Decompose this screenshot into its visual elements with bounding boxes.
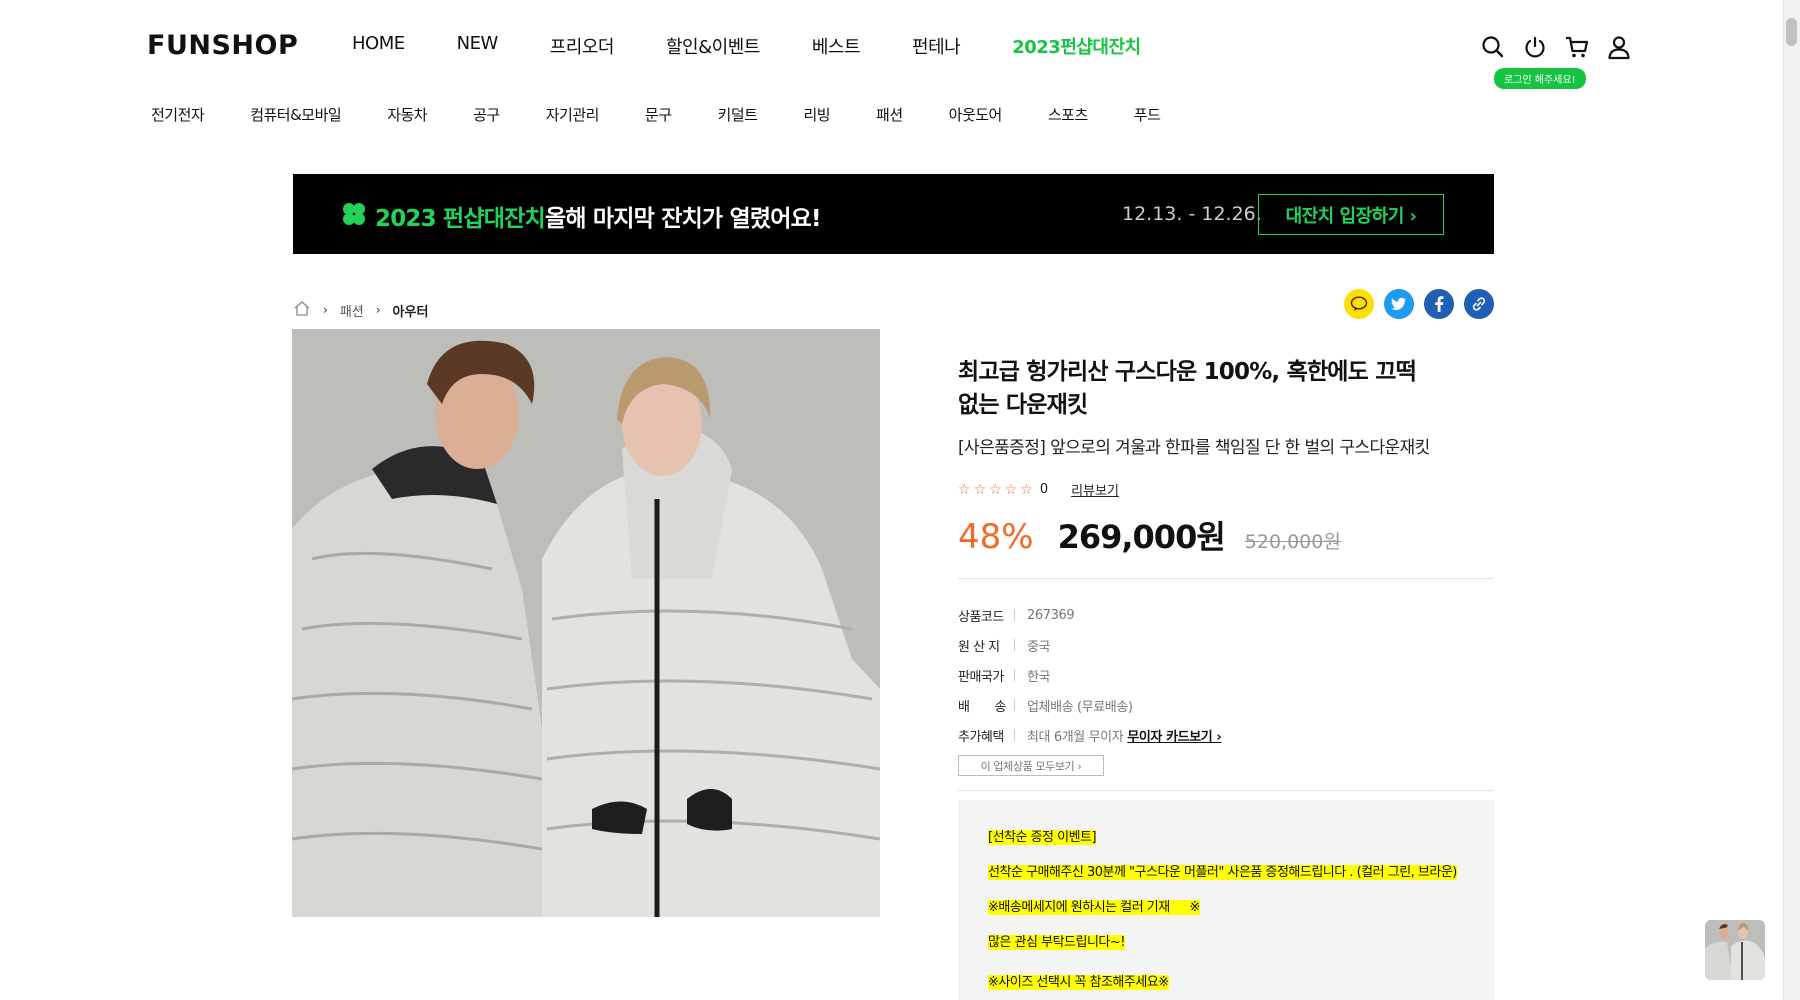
recent-product-thumbnail[interactable] xyxy=(1705,920,1765,980)
event-line: 많은 관심 부탁드립니다~! xyxy=(988,935,1125,950)
login-badge[interactable]: 로그인 해주세요! xyxy=(1494,68,1586,89)
info-value: 최대 6개월 무이자 무이자 카드보기 › xyxy=(1027,726,1222,745)
event-notice-box: [선착순 증정 이벤트] 선착순 구매해주신 30분께 "구스다운 머플러" 사… xyxy=(958,800,1494,1000)
star-empty-icon: ☆ xyxy=(989,481,1002,498)
search-icon[interactable] xyxy=(1480,34,1506,60)
info-key: 상품코드 xyxy=(958,609,1004,625)
nav-funtenna[interactable]: 펀테나 xyxy=(912,33,961,59)
category-living[interactable]: 리빙 xyxy=(803,104,830,125)
rating-count: 0 xyxy=(1039,482,1049,497)
info-row-code: 상품코드 267369 xyxy=(958,600,1494,630)
festival-enter-button[interactable]: 대잔치 입장하기 › xyxy=(1258,194,1444,235)
interest-free-card-link[interactable]: 무이자 카드보기 › xyxy=(1127,730,1222,745)
event-line: ※사이즈 선택시 꼭 참조해주세요※ xyxy=(988,975,1169,990)
main-nav: HOME NEW 프리오더 할인&이벤트 베스트 펀테나 2023펀샵대잔치 xyxy=(352,33,1193,59)
banner-date: 12.13. - 12.26. xyxy=(1122,203,1262,225)
link-icon[interactable] xyxy=(1464,289,1494,319)
category-computer-mobile[interactable]: 컴퓨터&모바일 xyxy=(250,104,342,125)
product-rating: ☆ ☆ ☆ ☆ ☆ 0 리뷰보기 xyxy=(958,480,1119,500)
banner-title: 2023 펀샵대잔치 xyxy=(375,206,546,232)
category-stationery[interactable]: 문구 xyxy=(645,104,672,125)
chevron-right-icon: › xyxy=(323,303,328,317)
nav-sale-event[interactable]: 할인&이벤트 xyxy=(666,33,760,59)
star-empty-icon: ☆ xyxy=(958,481,971,498)
info-row-benefit: 추가혜택 최대 6개월 무이자 무이자 카드보기 › xyxy=(958,720,1494,750)
product-info-table: 상품코드 267369 원 산 지 중국 판매국가 한국 배 송 업체배송 (무… xyxy=(958,600,1494,750)
nav-preorder[interactable]: 프리오더 xyxy=(550,33,615,59)
clover-icon xyxy=(341,201,367,227)
cart-icon[interactable] xyxy=(1564,34,1590,60)
discount-rate: 48% xyxy=(958,517,1034,557)
nav-best[interactable]: 베스트 xyxy=(812,33,861,59)
info-value: 한국 xyxy=(1027,669,1051,685)
category-sports[interactable]: 스포츠 xyxy=(1048,104,1088,125)
info-key: 추가혜택 xyxy=(958,729,1004,745)
star-empty-icon: ☆ xyxy=(1020,481,1033,498)
category-food[interactable]: 푸드 xyxy=(1134,104,1161,125)
twitter-icon[interactable] xyxy=(1384,289,1414,319)
festival-banner[interactable]: 2023 펀샵대잔치 올해 마지막 잔치가 열렸어요! 12.13. - 12.… xyxy=(293,174,1494,254)
category-fashion[interactable]: 패션 xyxy=(876,104,903,125)
banner-subtitle: 올해 마지막 잔치가 열렸어요! xyxy=(545,206,821,232)
event-line: [선착순 증정 이벤트] xyxy=(988,830,1097,845)
category-selfcare[interactable]: 자기관리 xyxy=(546,104,600,125)
breadcrumb-outer[interactable]: 아우터 xyxy=(393,301,429,320)
info-key: 원 산 지 xyxy=(958,639,1000,655)
scrollbar-thumb[interactable] xyxy=(1786,18,1797,46)
breadcrumb-fashion[interactable]: 패션 xyxy=(340,301,364,320)
chevron-right-icon: › xyxy=(375,303,381,317)
category-tools[interactable]: 공구 xyxy=(473,104,500,125)
info-value: 중국 xyxy=(1027,639,1051,655)
star-empty-icon: ☆ xyxy=(973,481,987,498)
power-icon[interactable] xyxy=(1522,34,1548,60)
original-price: 520,000원 xyxy=(1244,531,1341,553)
vendor-products-button[interactable]: 이 업체상품 모두보기 › xyxy=(958,755,1104,776)
sale-price: 269,000원 xyxy=(1057,518,1226,556)
utility-icons xyxy=(1480,34,1632,60)
funshop-logo[interactable]: FUNSHOP xyxy=(147,30,298,61)
info-value: 267369 xyxy=(1027,607,1075,623)
category-kidult[interactable]: 키덜트 xyxy=(718,104,758,125)
category-outdoor[interactable]: 아웃도어 xyxy=(949,104,1003,125)
star-empty-icon: ☆ xyxy=(1004,481,1018,498)
nav-home[interactable]: HOME xyxy=(352,33,405,59)
product-title: 최고급 헝가리산 구스다운 100%, 혹한에도 끄떡없는 다운재킷 xyxy=(958,359,1417,418)
event-line: 선착순 구매해주신 30분께 "구스다운 머플러" 사은품 증정해드립니다 . … xyxy=(988,865,1457,880)
info-key: 판매국가 xyxy=(958,669,1004,685)
user-icon[interactable] xyxy=(1606,34,1632,60)
category-nav: 전기전자 컴퓨터&모바일 자동차 공구 자기관리 문구 키덜트 리빙 패션 아웃… xyxy=(151,104,1206,125)
info-key: 배 송 xyxy=(958,699,1006,715)
benefit-text: 최대 6개월 무이자 xyxy=(1027,729,1124,745)
kakao-icon[interactable] xyxy=(1344,289,1374,319)
nav-festival-2023[interactable]: 2023펀샵대잔치 xyxy=(1012,33,1141,59)
share-buttons xyxy=(1344,289,1494,319)
price-block: 48% 269,000원 520,000원 xyxy=(958,512,1341,558)
nav-new[interactable]: NEW xyxy=(457,33,499,59)
info-value: 업체배송 (무료배송) xyxy=(1027,699,1133,715)
event-line: ※배송메세지에 원하시는 컬러 기재 ※ xyxy=(988,900,1200,915)
category-car[interactable]: 자동차 xyxy=(387,104,427,125)
category-electronics[interactable]: 전기전자 xyxy=(151,104,205,125)
facebook-icon[interactable] xyxy=(1424,289,1454,319)
breadcrumb: › 패션 › 아우터 xyxy=(293,300,428,320)
product-main-image[interactable] xyxy=(292,329,880,917)
info-row-origin: 원 산 지 중국 xyxy=(958,630,1494,660)
info-row-country: 판매국가 한국 xyxy=(958,660,1494,690)
divider xyxy=(958,790,1494,791)
info-row-shipping: 배 송 업체배송 (무료배송) xyxy=(958,690,1494,720)
review-link[interactable]: 리뷰보기 xyxy=(1071,480,1119,499)
home-icon[interactable] xyxy=(293,300,311,320)
divider xyxy=(958,578,1494,579)
product-subtitle: [사은품증정] 앞으로의 겨울과 한파를 책임질 단 한 벌의 구스다운재킷 xyxy=(958,438,1430,458)
page-scrollbar[interactable] xyxy=(1783,0,1800,1000)
